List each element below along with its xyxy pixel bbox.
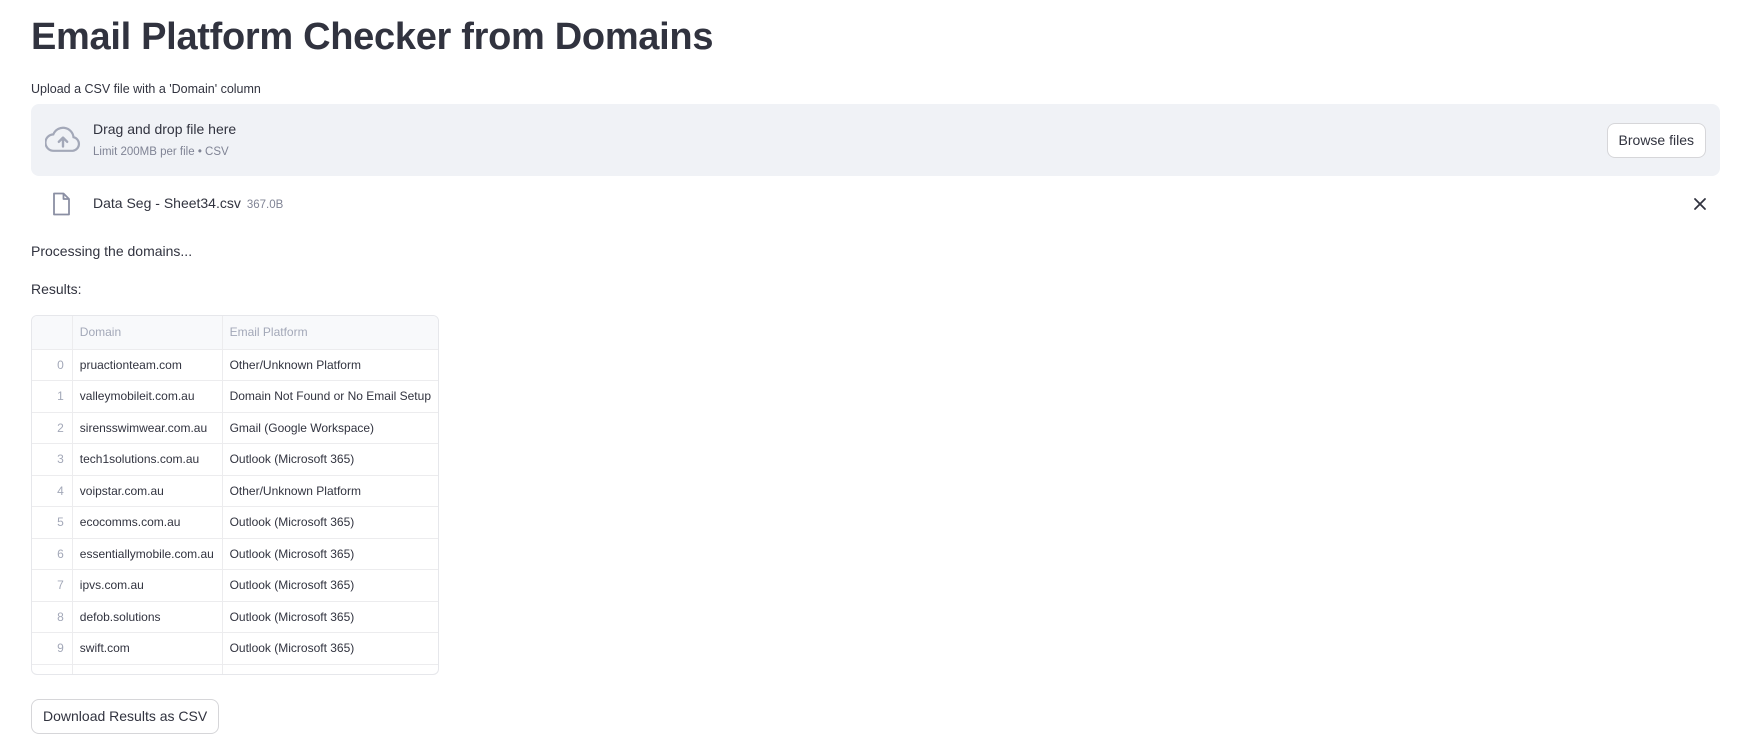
domain-cell[interactable]: swift.com bbox=[72, 632, 223, 665]
row-index: 3 bbox=[32, 443, 73, 476]
platform-cell[interactable]: Outlook (Microsoft 365) bbox=[222, 601, 438, 633]
processing-status: Processing the domains... bbox=[31, 243, 193, 259]
platform-cell[interactable]: Outlook (Microsoft 365) bbox=[222, 569, 438, 602]
domain-cell[interactable]: voipstar.com.au bbox=[72, 475, 223, 507]
domain-cell[interactable]: ipvs.com.au bbox=[72, 569, 223, 602]
domain-cell[interactable]: tech1solutions.com.au bbox=[72, 443, 223, 476]
cloud-upload-icon bbox=[45, 126, 80, 152]
platform-cell[interactable]: Domain Not Found or No Email Setup bbox=[222, 380, 438, 413]
domain-cell-partial bbox=[72, 664, 223, 674]
table-row-partial bbox=[32, 664, 438, 674]
domain-cell[interactable]: essentiallymobile.com.au bbox=[72, 538, 223, 570]
table-row: 7 ipvs.com.au Outlook (Microsoft 365) bbox=[32, 569, 438, 602]
file-icon bbox=[53, 192, 70, 216]
table-row: 2 sirensswimwear.com.au Gmail (Google Wo… bbox=[32, 412, 438, 444]
row-index: 6 bbox=[32, 538, 73, 570]
uploaded-file-info: Data Seg - Sheet34.csv 367.0B bbox=[93, 195, 283, 211]
upload-label: Upload a CSV file with a 'Domain' column bbox=[31, 82, 261, 96]
table-row: 0 pruactionteam.com Other/Unknown Platfo… bbox=[32, 349, 438, 381]
uploaded-file-name: Data Seg - Sheet34.csv bbox=[93, 195, 241, 211]
table-row: 9 swift.com Outlook (Microsoft 365) bbox=[32, 632, 438, 665]
uploaded-file-size: 367.0B bbox=[246, 199, 284, 211]
domain-cell[interactable]: defob.solutions bbox=[72, 601, 223, 633]
row-index: 4 bbox=[32, 475, 73, 507]
results-table[interactable]: Domain Email Platform 0 pruactionteam.co… bbox=[31, 315, 439, 675]
platform-cell[interactable]: Outlook (Microsoft 365) bbox=[222, 443, 438, 476]
row-index: 5 bbox=[32, 506, 73, 539]
table-row: 5 ecocomms.com.au Outlook (Microsoft 365… bbox=[32, 506, 438, 539]
page-title: Email Platform Checker from Domains bbox=[31, 16, 714, 58]
table-row: 6 essentiallymobile.com.au Outlook (Micr… bbox=[32, 538, 438, 570]
platform-cell-partial bbox=[222, 664, 438, 674]
table-header-row: Domain Email Platform bbox=[32, 316, 438, 350]
domain-cell[interactable]: pruactionteam.com bbox=[72, 349, 223, 381]
uploaded-file: Data Seg - Sheet34.csv 367.0B bbox=[31, 190, 1720, 218]
platform-cell[interactable]: Gmail (Google Workspace) bbox=[222, 412, 438, 444]
table-row: 8 defob.solutions Outlook (Microsoft 365… bbox=[32, 601, 438, 633]
platform-cell[interactable]: Other/Unknown Platform bbox=[222, 349, 438, 381]
platform-cell[interactable]: Outlook (Microsoft 365) bbox=[222, 632, 438, 665]
table-row: 1 valleymobileit.com.au Domain Not Found… bbox=[32, 380, 438, 413]
platform-cell[interactable]: Other/Unknown Platform bbox=[222, 475, 438, 507]
table-row: 4 voipstar.com.au Other/Unknown Platform bbox=[32, 475, 438, 507]
row-index: 9 bbox=[32, 632, 73, 665]
domain-cell[interactable]: valleymobileit.com.au bbox=[72, 380, 223, 413]
row-index-partial bbox=[32, 664, 73, 674]
platform-cell[interactable]: Outlook (Microsoft 365) bbox=[222, 538, 438, 570]
dropzone-limit: Limit 200MB per file • CSV bbox=[93, 146, 229, 158]
row-index: 7 bbox=[32, 569, 73, 602]
close-icon[interactable] bbox=[1692, 196, 1708, 212]
row-index: 0 bbox=[32, 349, 73, 381]
download-results-button[interactable]: Download Results as CSV bbox=[31, 699, 220, 734]
domain-cell[interactable]: ecocomms.com.au bbox=[72, 506, 223, 539]
column-header-domain[interactable]: Domain bbox=[72, 316, 223, 350]
column-header-email-platform[interactable]: Email Platform bbox=[222, 316, 438, 350]
table-row: 3 tech1solutions.com.au Outlook (Microso… bbox=[32, 443, 438, 476]
column-header-index[interactable] bbox=[32, 316, 73, 350]
results-label: Results: bbox=[31, 281, 82, 297]
row-index: 1 bbox=[32, 380, 73, 413]
platform-cell[interactable]: Outlook (Microsoft 365) bbox=[222, 506, 438, 539]
browse-files-button[interactable]: Browse files bbox=[1606, 123, 1706, 158]
row-index: 2 bbox=[32, 412, 73, 444]
dropzone-instructions: Drag and drop file here bbox=[93, 121, 237, 137]
domain-cell[interactable]: sirensswimwear.com.au bbox=[72, 412, 223, 444]
file-dropzone[interactable]: Drag and drop file here Limit 200MB per … bbox=[31, 104, 1720, 176]
row-index: 8 bbox=[32, 601, 73, 633]
